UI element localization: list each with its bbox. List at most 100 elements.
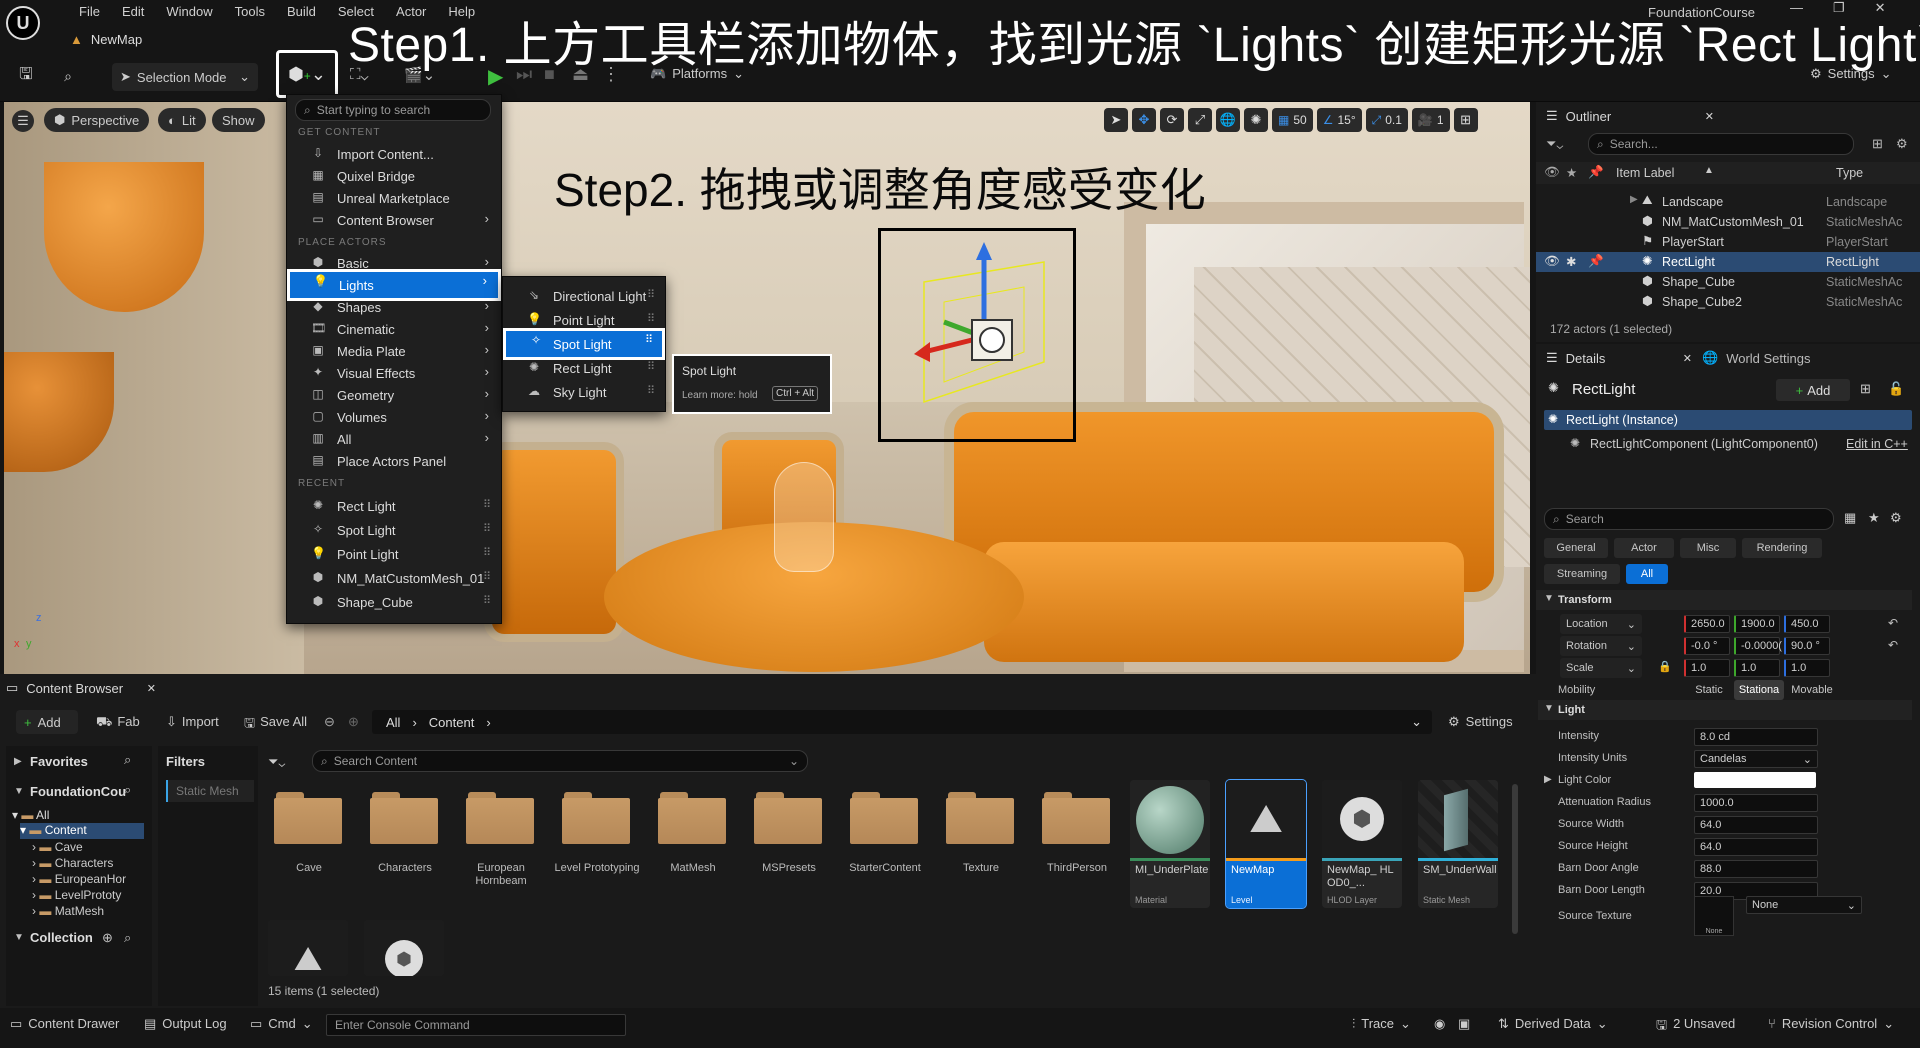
menu-item-cinematic[interactable]: 🎞 Cinematic › — [287, 318, 501, 340]
world-space-icon[interactable]: 🌐 — [1216, 108, 1240, 132]
source-height-value[interactable]: 64.0 — [1694, 838, 1818, 856]
favorites-label[interactable]: Favorites — [30, 754, 88, 769]
submenu-item-sky-light[interactable]: ☁ Sky Light ⠿ — [503, 381, 665, 403]
menu-item-quixel-bridge[interactable]: ▦ Quixel Bridge — [287, 165, 501, 187]
breadcrumb-content[interactable]: Content — [429, 715, 475, 730]
menu-item-unreal-marketplace[interactable]: ▤ Unreal Marketplace — [287, 187, 501, 209]
rotation-y[interactable]: -0.0000( — [1734, 637, 1782, 655]
menu-item-place-actors-panel[interactable]: ▤ Place Actors Panel — [287, 450, 501, 472]
instance-row[interactable]: ✺ RectLight (Instance) — [1544, 410, 1912, 430]
folder-startercontent[interactable] — [850, 792, 918, 844]
blueprint-icon[interactable]: ⊞ — [1860, 381, 1871, 397]
search-icon[interactable]: ⌕ — [124, 782, 131, 798]
scale-snap-toggle[interactable]: ⤢ 0.1 — [1365, 108, 1408, 132]
rotation-x[interactable]: -0.0 ° — [1684, 637, 1730, 655]
scale-dropdown[interactable]: Scale ⌄ — [1560, 658, 1642, 678]
add-actor-button[interactable]: ⬢+⌄ — [276, 50, 338, 98]
surface-snap-icon[interactable]: ✺ — [1244, 108, 1268, 132]
filter-actor[interactable]: Actor — [1614, 538, 1674, 558]
scale-z[interactable]: 1.0 — [1784, 659, 1830, 677]
details-tab[interactable]: ☰ Details ✕ — [1542, 344, 1692, 372]
tree-item-all[interactable]: ▾ ▬ All — [12, 808, 49, 822]
outliner-row[interactable]: ⬢ Shape_Cube2 StaticMeshAc — [1536, 292, 1920, 312]
gear-icon[interactable]: ⚙ — [1890, 510, 1902, 526]
rect-light-gizmo[interactable] — [894, 242, 1064, 432]
unsaved-button[interactable]: 🖫 2 Unsaved — [1656, 1016, 1735, 1038]
filter-rendering[interactable]: Rendering — [1742, 538, 1822, 558]
asset-level-thumb-2[interactable]: ⛰ — [268, 920, 348, 976]
add-folder-icon[interactable]: ⊞ — [1872, 136, 1883, 152]
asset-sm-underwall[interactable]: SM_UnderWall Static Mesh — [1418, 780, 1498, 908]
filter-icon[interactable]: ⏷⌄ — [1546, 136, 1563, 152]
star-icon[interactable]: ✱ — [1566, 254, 1576, 269]
drag-handle-icon[interactable]: ⠿ — [483, 594, 491, 607]
asset-newmap[interactable]: ⛰ NewMap Level — [1225, 779, 1307, 909]
folder-level-prototyping[interactable] — [562, 792, 630, 844]
angle-snap-toggle[interactable]: ∠ 15° — [1316, 108, 1362, 132]
details-add-button[interactable]: + Add — [1776, 379, 1850, 401]
close-icon[interactable]: ✕ — [147, 682, 156, 695]
barn-angle-value[interactable]: 88.0 — [1694, 860, 1818, 878]
cb-scrollbar[interactable] — [1512, 784, 1518, 934]
menu-item-lights[interactable]: 💡 Lights › — [287, 269, 501, 301]
content-drawer-button[interactable]: ▭ Content Drawer — [10, 1016, 119, 1032]
source-width-value[interactable]: 64.0 — [1694, 816, 1818, 834]
menu-build[interactable]: Build — [276, 3, 327, 21]
light-color-swatch[interactable] — [1694, 772, 1816, 788]
rotation-dropdown[interactable]: Rotation ⌄ — [1560, 636, 1642, 656]
component-row[interactable]: ✺ RectLightComponent (LightComponent0) E… — [1544, 434, 1912, 454]
submenu-item-spot-light[interactable]: ✧ Spot Light ⠿ — [503, 328, 665, 360]
import-button[interactable]: ⇩ Import — [166, 714, 219, 730]
source-texture-dropdown[interactable]: None ⌄ — [1746, 896, 1862, 914]
folder-cave[interactable] — [274, 792, 342, 844]
menu-item-geometry[interactable]: ◫ Geometry › — [287, 384, 501, 406]
menu-file[interactable]: File — [68, 3, 111, 21]
lock-icon[interactable]: 🔒 — [1658, 660, 1672, 673]
recent-item-rect-light[interactable]: ✺ Rect Light ⠿ — [287, 495, 501, 517]
submenu-item-rect-light[interactable]: ✺ Rect Light ⠿ — [503, 357, 665, 379]
select-tool-icon[interactable]: ➤ — [1104, 108, 1128, 132]
collection-label[interactable]: Collection — [30, 930, 93, 945]
mobility-movable[interactable]: Movable — [1786, 680, 1838, 700]
drag-handle-icon[interactable]: ⠿ — [483, 498, 491, 511]
trace-button[interactable]: ⫶ Trace ⌄ — [1352, 1016, 1411, 1032]
tree-item-characters[interactable]: › ▬ Characters — [32, 856, 113, 870]
intensity-units-dropdown[interactable]: Candelas ⌄ — [1694, 750, 1818, 768]
menu-tools[interactable]: Tools — [224, 3, 276, 21]
drag-handle-icon[interactable]: ⠿ — [483, 546, 491, 559]
intensity-value[interactable]: 8.0 cd — [1694, 728, 1818, 746]
outliner-row[interactable]: ⚑ PlayerStart PlayerStart — [1536, 232, 1920, 252]
table-view-icon[interactable]: ▦ — [1844, 510, 1856, 526]
menu-item-volumes[interactable]: ▢ Volumes › — [287, 406, 501, 428]
location-y[interactable]: 1900.0 — [1734, 615, 1780, 633]
menu-item-visual-effects[interactable]: ✦ Visual Effects › — [287, 362, 501, 384]
revision-control-button[interactable]: ⑂ Revision Control ⌄ — [1768, 1016, 1894, 1032]
location-z[interactable]: 450.0 — [1784, 615, 1830, 633]
submenu-item-point-light[interactable]: 💡 Point Light ⠿ — [503, 309, 665, 331]
history-back-icon[interactable]: ⊖ — [324, 714, 335, 730]
asset-mi-underplate[interactable]: MI_UnderPlate Material — [1130, 780, 1210, 908]
recent-item-nm-matcustommesh[interactable]: ⬢ NM_MatCustomMesh_01 ⠿ — [287, 567, 501, 589]
collapse-icon[interactable]: ▼ — [14, 786, 24, 797]
light-header[interactable]: ▼ Light — [1536, 700, 1912, 720]
filter-all[interactable]: All — [1626, 564, 1668, 584]
star-icon[interactable]: ★ — [1868, 510, 1880, 526]
reset-icon[interactable]: ↶ — [1888, 616, 1898, 630]
grid-snap-toggle[interactable]: ▦ 50 — [1272, 108, 1313, 132]
folder-thirdperson[interactable] — [1042, 792, 1110, 844]
save-all-button[interactable]: 🖫 Save All — [244, 714, 307, 736]
scale-y[interactable]: 1.0 — [1734, 659, 1780, 677]
translate-tool-icon[interactable]: ✥ — [1132, 108, 1156, 132]
folder-characters[interactable] — [370, 792, 438, 844]
drag-handle-icon[interactable]: ⠿ — [483, 570, 491, 583]
menu-item-import-content[interactable]: ⇩ Import Content... — [287, 143, 501, 165]
world-settings-tab[interactable]: 🌐 World Settings — [1702, 344, 1810, 372]
maximize-icon[interactable]: ❐ — [1833, 0, 1845, 16]
pin-icon[interactable]: 📌 — [1588, 254, 1604, 269]
root-folder-label[interactable]: FoundationCou — [30, 784, 126, 799]
hamburger-icon[interactable]: ☰ — [12, 110, 34, 132]
asset-hlod-thumb-2[interactable]: ⬢ — [364, 920, 444, 976]
scale-tool-icon[interactable]: ⤢ — [1188, 108, 1212, 132]
level-tab[interactable]: ▲ NewMap — [70, 28, 142, 50]
filter-icon[interactable]: ⏷⌄ — [268, 754, 285, 770]
